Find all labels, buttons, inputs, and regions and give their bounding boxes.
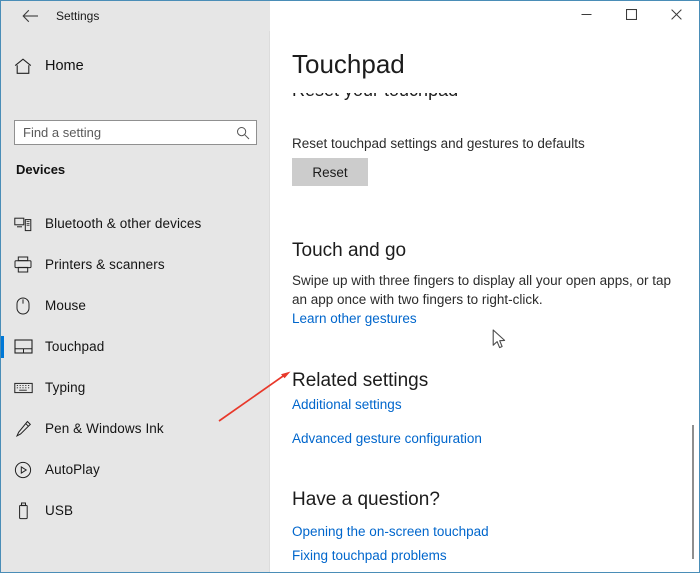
selection-indicator	[1, 335, 4, 358]
sidebar-item-usb[interactable]: USB	[1, 490, 269, 531]
search-box[interactable]	[14, 120, 257, 145]
home-icon	[1, 57, 45, 75]
sidebar-item-label: Bluetooth & other devices	[45, 216, 202, 231]
touch-and-go-description: Swipe up with three fingers to display a…	[292, 273, 671, 307]
touch-and-go-heading: Touch and go	[292, 240, 407, 261]
maximize-icon	[625, 7, 638, 25]
sidebar-item-label: AutoPlay	[45, 462, 100, 477]
learn-other-gestures-link[interactable]: Learn other gestures	[292, 311, 417, 326]
back-button[interactable]	[9, 3, 51, 29]
maximize-button[interactable]	[609, 1, 654, 31]
autoplay-icon	[1, 461, 45, 479]
sidebar-item-label: Typing	[45, 380, 86, 395]
sidebar-item-home[interactable]: Home	[1, 49, 269, 83]
mouse-icon	[1, 297, 45, 315]
additional-settings-link[interactable]: Additional settings	[292, 397, 402, 412]
app-title: Settings	[56, 9, 100, 23]
scrollbar-thumb[interactable]	[692, 425, 694, 559]
sidebar-item-printers-scanners[interactable]: Printers & scanners	[1, 244, 269, 285]
reset-section-heading: Reset your touchpad	[292, 93, 458, 101]
reset-button[interactable]: Reset	[292, 158, 368, 186]
keyboard-icon	[1, 382, 45, 394]
have-a-question-heading: Have a question?	[292, 489, 440, 510]
sidebar-item-touchpad[interactable]: Touchpad	[1, 326, 269, 367]
sidebar-item-label: Pen & Windows Ink	[45, 421, 164, 436]
sidebar-item-label: Printers & scanners	[45, 257, 165, 272]
fixing-touchpad-problems-link[interactable]: Fixing touchpad problems	[292, 548, 447, 563]
sidebar-item-mouse[interactable]: Mouse	[1, 285, 269, 326]
usb-icon	[1, 502, 45, 520]
bluetooth-devices-icon	[1, 216, 45, 232]
minimize-button[interactable]	[564, 1, 609, 31]
settings-window: Settings Home Find a setting Devices Blu…	[0, 0, 700, 573]
close-button[interactable]	[654, 1, 699, 31]
sidebar-item-bluetooth-other-devices[interactable]: Bluetooth & other devices	[1, 203, 269, 244]
reset-section-heading-clipped: Reset your touchpad	[292, 93, 458, 111]
sidebar: Home Devices	[1, 31, 270, 572]
sidebar-category-header: Devices	[16, 162, 66, 177]
sidebar-nav-list: Bluetooth & other devices Printers & sca…	[1, 203, 269, 531]
home-label: Home	[45, 58, 84, 74]
sidebar-item-label: Mouse	[45, 298, 87, 313]
sidebar-item-label: USB	[45, 503, 74, 518]
content-pane: Reset your touchpad Touchpad Reset touch…	[271, 31, 699, 572]
content-scrollbar[interactable]	[684, 31, 698, 572]
sidebar-item-label: Touchpad	[45, 339, 105, 354]
touchpad-icon	[1, 339, 45, 354]
pen-icon	[1, 420, 45, 438]
back-arrow-icon	[21, 9, 39, 23]
opening-on-screen-touchpad-link[interactable]: Opening the on-screen touchpad	[292, 524, 489, 539]
search-input[interactable]	[15, 121, 230, 144]
reset-section-description: Reset touchpad settings and gestures to …	[292, 136, 585, 151]
minimize-icon	[581, 7, 592, 25]
title-bar: Settings	[1, 1, 699, 31]
sidebar-item-pen-windows-ink[interactable]: Pen & Windows Ink	[1, 408, 269, 449]
sidebar-item-typing[interactable]: Typing	[1, 367, 269, 408]
close-icon	[671, 7, 682, 25]
sidebar-item-autoplay[interactable]: AutoPlay	[1, 449, 269, 490]
search-icon	[230, 126, 256, 140]
page-title: Touchpad	[292, 47, 699, 81]
related-settings-heading: Related settings	[292, 370, 429, 391]
advanced-gesture-configuration-link[interactable]: Advanced gesture configuration	[292, 431, 482, 446]
printer-icon	[1, 256, 45, 273]
